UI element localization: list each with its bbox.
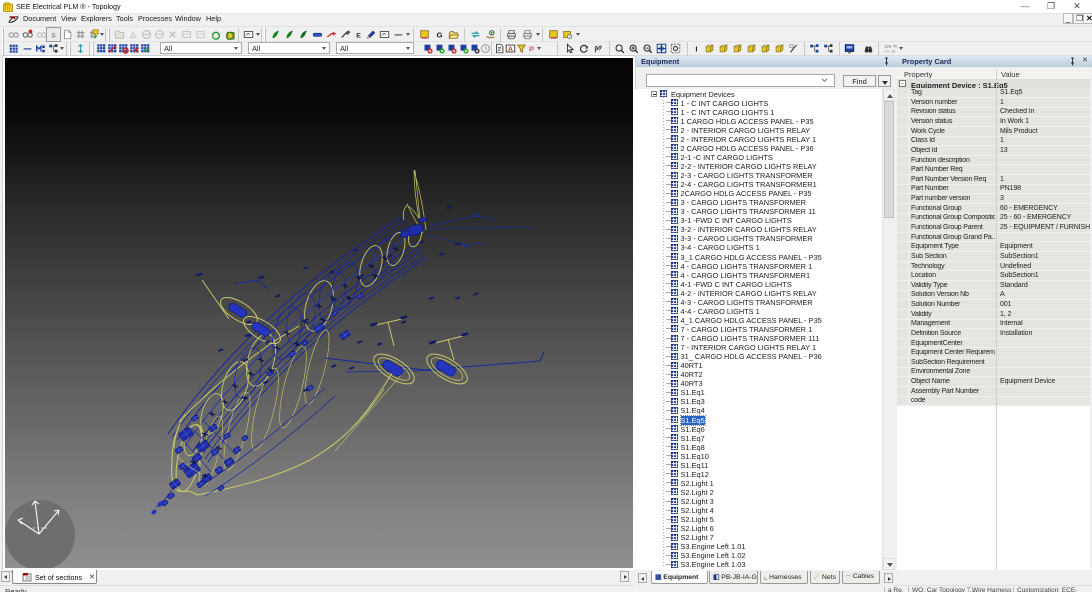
svg-text:123 456: 123 456 <box>884 46 896 50</box>
svg-text:LH 26: LH 26 <box>884 50 895 54</box>
svg-text:G: G <box>437 30 443 39</box>
svg-text:E: E <box>356 32 361 39</box>
svg-text:A: A <box>508 46 513 53</box>
svg-text:I: I <box>695 44 697 53</box>
svg-text:S: S <box>51 32 56 39</box>
svg-text:P: P <box>529 44 534 53</box>
